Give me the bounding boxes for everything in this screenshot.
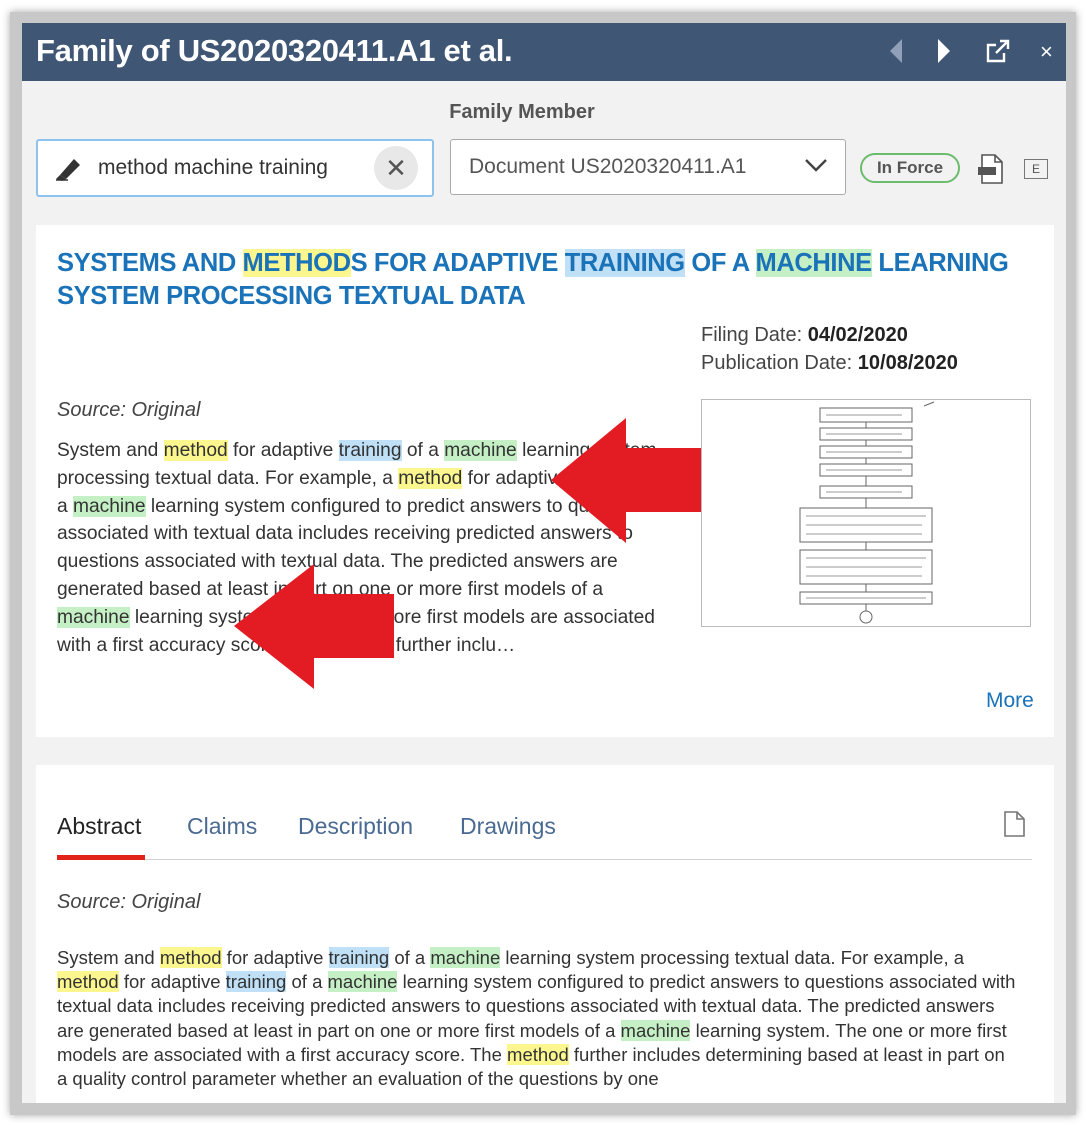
close-icon[interactable]: × (1040, 37, 1053, 67)
search-term-highlight: training (338, 440, 402, 461)
search-term-highlight: training (328, 947, 390, 968)
chevron-right-icon[interactable] (936, 37, 952, 71)
text-run: System and (57, 947, 160, 968)
filing-date-row: Filing Date: 04/02/2020 (701, 321, 958, 349)
search-term-highlight: machine (73, 495, 146, 517)
tab-claims[interactable]: Claims (187, 813, 257, 840)
search-term-highlight: method (57, 971, 119, 993)
document-dates: Filing Date: 04/02/2020 Publication Date… (701, 321, 958, 377)
filing-date-value: 04/02/2020 (807, 324, 908, 346)
search-term-highlight: training (225, 971, 287, 993)
abstract-source: Source: Original (57, 891, 201, 913)
publication-date-value: 10/08/2020 (857, 352, 958, 374)
active-tab-indicator (57, 855, 145, 860)
search-term-highlight: method (163, 440, 228, 461)
search-term-highlight: method (159, 947, 222, 968)
search-value[interactable]: method machine training (98, 156, 328, 180)
filing-date-label: Filing Date: (701, 324, 803, 346)
clear-search-button[interactable]: ✕ (374, 146, 418, 190)
tab-divider (57, 859, 1032, 860)
copy-icon[interactable] (1002, 811, 1026, 837)
highlighter-pen-icon (56, 159, 80, 181)
search-term-highlight: METHOD (242, 249, 351, 277)
more-link[interactable]: More (986, 689, 1034, 713)
red-arrow-annotation (234, 564, 394, 689)
text-run: SYSTEMS AND (57, 249, 243, 277)
document-summary-card: SYSTEMS AND METHODS FOR ADAPTIVE TRAININ… (36, 225, 1054, 737)
document-detail-card: Abstract Claims Description Drawings Sou… (36, 765, 1054, 1103)
summary-source: Source: Original (57, 399, 201, 421)
pdf-export-icon[interactable] (978, 154, 1004, 184)
text-run: for adaptive (227, 440, 339, 461)
family-viewer-window: Family of US2020320411.A1 et al. × Famil… (22, 23, 1066, 1103)
export-e-icon[interactable]: E (1024, 159, 1048, 179)
red-arrow-annotation (551, 418, 701, 543)
document-select-value: Document US2020320411.A1 (469, 155, 747, 178)
text-run: for adaptive (118, 971, 226, 993)
text-run: of a (389, 947, 431, 968)
chevron-down-icon (805, 159, 827, 172)
flowchart-drawing (799, 401, 935, 624)
text-run: for adaptive (221, 947, 329, 968)
search-term-highlight: machine (327, 971, 398, 993)
search-term-highlight: MACHINE (755, 249, 872, 277)
family-member-label: Family Member (449, 101, 595, 123)
document-title[interactable]: SYSTEMS AND METHODS FOR ADAPTIVE TRAININ… (57, 247, 1037, 313)
text-run: learning system processing textual data.… (500, 947, 965, 968)
document-select[interactable]: Document US2020320411.A1 (450, 139, 846, 195)
text-run: of a (286, 971, 328, 993)
drawing-thumbnail[interactable] (701, 399, 1031, 627)
search-term-highlight: method (398, 467, 463, 489)
publication-date-row: Publication Date: 10/08/2020 (701, 349, 958, 377)
abstract-text: System and method for adaptive training … (57, 946, 1017, 1091)
tab-drawings[interactable]: Drawings (460, 813, 556, 840)
window-title: Family of US2020320411.A1 et al. (36, 33, 513, 68)
search-input[interactable]: method machine training ✕ (36, 139, 434, 197)
search-term-highlight: machine (444, 440, 517, 461)
tab-description[interactable]: Description (298, 813, 413, 840)
text-run: of a (401, 440, 445, 461)
search-term-highlight: machine (620, 1019, 691, 1041)
text-run: OF A (684, 249, 756, 277)
text-run: S FOR ADAPTIVE (350, 249, 565, 277)
text-run: System and (57, 440, 164, 461)
title-bar: Family of US2020320411.A1 et al. × (22, 23, 1066, 81)
status-badge: In Force (860, 153, 960, 183)
search-term-highlight: machine (430, 947, 501, 968)
tab-abstract[interactable]: Abstract (57, 813, 141, 840)
search-term-highlight: machine (57, 606, 130, 628)
open-external-icon[interactable] (984, 37, 1012, 71)
text-run: further inclu… (390, 634, 516, 656)
chevron-left-icon[interactable] (888, 37, 904, 71)
publication-date-label: Publication Date: (701, 352, 853, 374)
search-term-highlight: method (507, 1043, 569, 1065)
search-term-highlight: TRAINING (564, 249, 685, 277)
